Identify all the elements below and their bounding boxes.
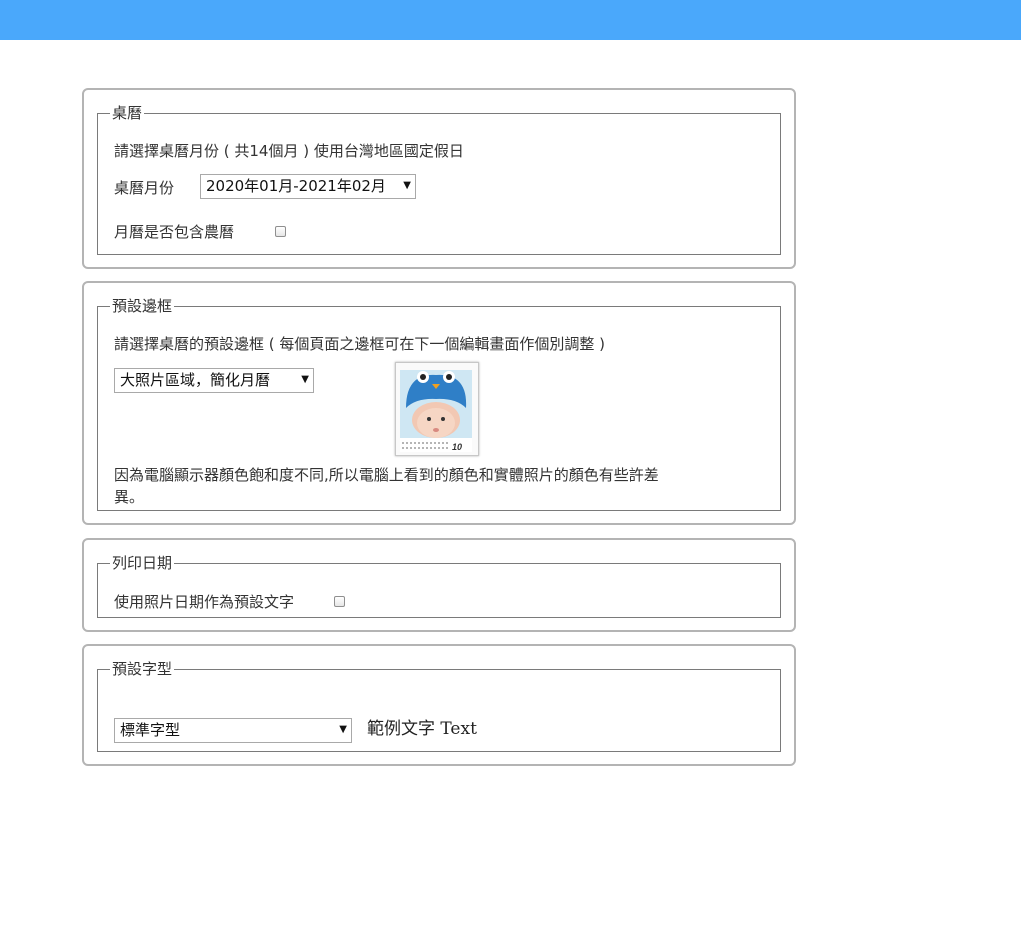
calendar-month-label: 桌曆月份 xyxy=(114,179,175,197)
frame-note-line2: 異。 xyxy=(114,488,145,506)
chevron-down-icon: ▼ xyxy=(339,724,347,735)
lunar-checkbox[interactable] xyxy=(275,226,286,237)
calendar-panel: 桌曆 請選擇桌曆月份 ( 共14個月 ) 使用台灣地區國定假日 桌曆月份 202… xyxy=(82,88,796,269)
top-bar xyxy=(0,0,1021,40)
chevron-down-icon: ▼ xyxy=(301,374,309,385)
chevron-down-icon: ▼ xyxy=(403,180,411,191)
frame-preview-image[interactable]: 10 xyxy=(395,362,479,456)
calendar-legend: 桌曆 xyxy=(112,104,143,122)
print-date-label: 使用照片日期作為預設文字 xyxy=(114,593,295,611)
print-date-panel: 列印日期 使用照片日期作為預設文字 xyxy=(82,538,796,632)
preview-month-number: 10 xyxy=(452,442,462,452)
frame-value: 大照片區域，簡化月曆 xyxy=(120,371,271,389)
font-legend: 預設字型 xyxy=(112,660,173,678)
print-date-checkbox[interactable] xyxy=(334,596,345,607)
baby-photo-preview: 10 xyxy=(400,370,472,452)
calendar-month-value: 2020年01月-2021年02月 xyxy=(206,177,386,195)
calendar-description: 請選擇桌曆月份 ( 共14個月 ) 使用台灣地區國定假日 xyxy=(114,142,464,160)
calendar-month-select[interactable]: 2020年01月-2021年02月 ▼ xyxy=(200,174,416,199)
frame-legend: 預設邊框 xyxy=(112,297,173,315)
frame-note-line1: 因為電腦顯示器顏色飽和度不同,所以電腦上看到的顏色和實體照片的顏色有些許差 xyxy=(114,466,659,484)
calendar-fieldset: 桌曆 請選擇桌曆月份 ( 共14個月 ) 使用台灣地區國定假日 桌曆月份 202… xyxy=(97,104,781,255)
font-select[interactable]: 標準字型 ▼ xyxy=(114,718,352,743)
font-fieldset: 預設字型 標準字型 ▼ 範例文字 Text xyxy=(97,660,781,752)
font-panel: 預設字型 標準字型 ▼ 範例文字 Text xyxy=(82,644,796,766)
frame-fieldset: 預設邊框 請選擇桌曆的預設邊框 ( 每個頁面之邊框可在下一個編輯畫面作個別調整 … xyxy=(97,297,781,511)
font-sample-text: 範例文字 Text xyxy=(367,719,477,739)
print-date-fieldset: 列印日期 使用照片日期作為預設文字 xyxy=(97,554,781,618)
frame-panel: 預設邊框 請選擇桌曆的預設邊框 ( 每個頁面之邊框可在下一個編輯畫面作個別調整 … xyxy=(82,281,796,525)
frame-description: 請選擇桌曆的預設邊框 ( 每個頁面之邊框可在下一個編輯畫面作個別調整 ) xyxy=(114,335,606,353)
frame-select[interactable]: 大照片區域，簡化月曆 ▼ xyxy=(114,368,314,393)
print-date-legend: 列印日期 xyxy=(112,554,173,572)
lunar-label: 月曆是否包含農曆 xyxy=(114,223,235,241)
font-value: 標準字型 xyxy=(120,721,181,739)
